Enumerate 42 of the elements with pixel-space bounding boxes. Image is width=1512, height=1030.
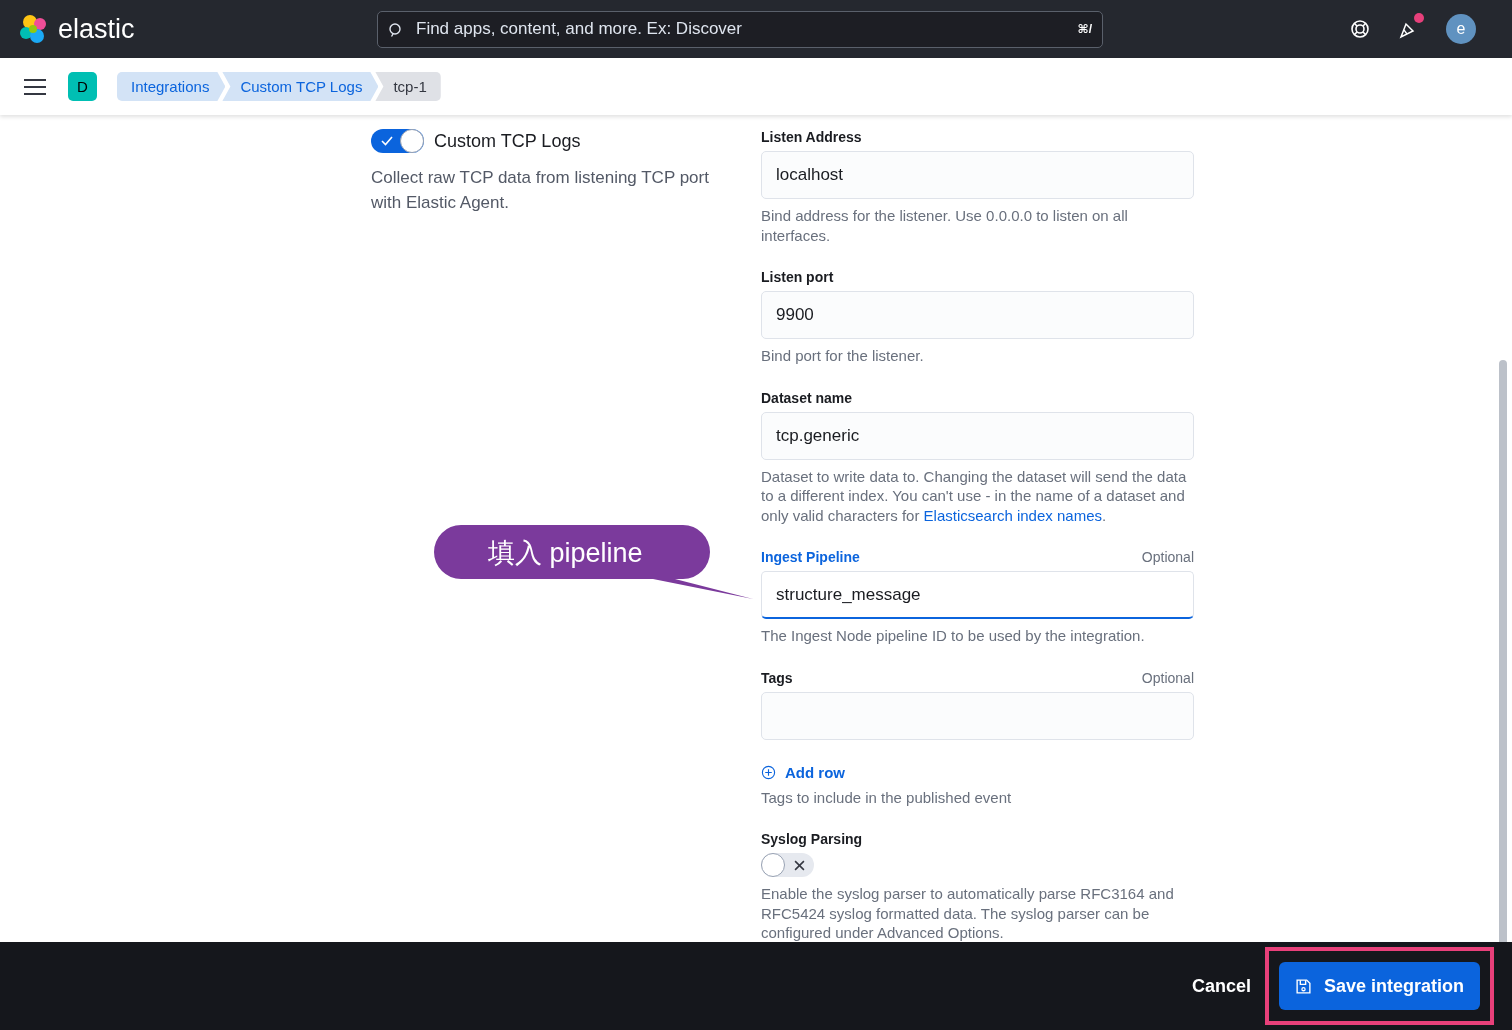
breadcrumb: tcp-1 xyxy=(375,72,441,101)
integration-description: Collect raw TCP data from listening TCP port with Elastic Agent. xyxy=(371,167,710,214)
save-icon xyxy=(1294,977,1312,995)
menu-icon[interactable] xyxy=(24,78,46,95)
input-field[interactable]: tcp.generic xyxy=(761,411,1194,460)
field-label: Ingest Pipeline xyxy=(761,549,860,565)
cancel-button[interactable]: Cancel xyxy=(1185,974,1257,998)
help-text: Bind port for the listener. xyxy=(761,346,925,366)
field-label: Listen Address xyxy=(761,129,862,145)
breadcrumb[interactable]: Custom TCP Logs xyxy=(222,72,379,101)
field-label: Listen port xyxy=(761,269,834,285)
check-icon xyxy=(381,136,393,146)
save-button[interactable]: Save integration xyxy=(1278,962,1480,1010)
help-text: Dataset to write data to. Changing the dataset will send the data to a different index. You can't use - in the name of a dataset and only valid characters for Elasticsearch index names. xyxy=(761,466,1188,525)
integration-title: Custom TCP Logs xyxy=(434,130,581,152)
cross-icon xyxy=(794,859,805,871)
space-avatar[interactable]: D xyxy=(68,72,97,101)
help-text: Tags to include in the published event xyxy=(761,787,1013,807)
search-icon xyxy=(388,21,404,38)
help-text: Bind address for the listener. Use 0.0.0.0 to listen on all interfaces. xyxy=(761,206,1129,245)
field-label: Tags xyxy=(761,669,793,686)
field-label: Dataset name xyxy=(761,389,853,406)
input-field[interactable] xyxy=(761,691,1194,740)
field-label: Syslog Parsing xyxy=(761,831,863,847)
input-field[interactable]: 9900 xyxy=(761,291,1194,339)
help-text: Enable the syslog parser to automatically parse RFC3164 and RFC5424 syslog formatted data. The syslog parser can be configured under Advanced Options. xyxy=(761,884,1175,942)
scrollbar[interactable] xyxy=(1499,360,1507,942)
callout-text: 填入 pipeline xyxy=(488,537,643,570)
toggle-switch[interactable] xyxy=(761,853,814,877)
plus-circle-icon xyxy=(761,764,776,780)
toggle-switch[interactable] xyxy=(371,129,424,153)
optional-label: Optional xyxy=(1141,549,1194,565)
add-row-button[interactable]: Add row xyxy=(761,763,845,781)
index-names-link[interactable]: Elasticsearch index names xyxy=(923,506,1102,524)
input-field[interactable]: localhost xyxy=(761,151,1194,199)
shortcut-hint: ⌘/ xyxy=(1077,21,1092,36)
help-icon[interactable] xyxy=(1350,19,1370,39)
breadcrumb[interactable]: Integrations xyxy=(117,72,226,101)
input-field[interactable]: structure_message xyxy=(761,571,1194,619)
help-text: The Ingest Node pipeline ID to be used by the integration. xyxy=(761,626,1146,646)
logo-text: elastic xyxy=(58,13,135,45)
optional-label: Optional xyxy=(1141,669,1194,686)
